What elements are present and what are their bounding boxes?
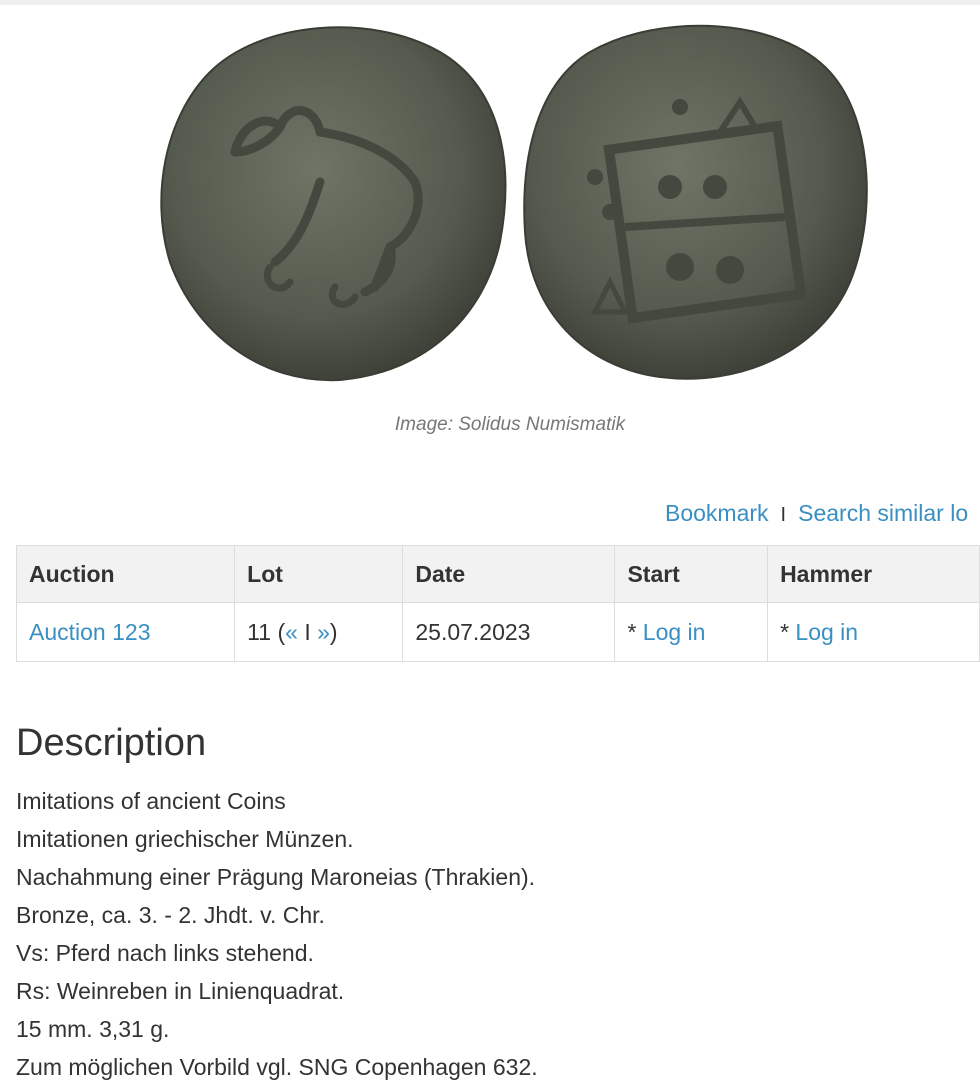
description-line: 15 mm. 3,31 g.: [16, 1016, 170, 1042]
cell-hammer: * Log in: [767, 602, 980, 662]
previous-lot-link[interactable]: «: [285, 619, 298, 645]
description-line: Bronze, ca. 3. - 2. Jhdt. v. Chr.: [16, 902, 325, 928]
description-line: Imitations of ancient Coins: [16, 788, 286, 814]
bookmark-link[interactable]: Bookmark: [665, 500, 769, 526]
hammer-prefix: *: [780, 618, 796, 645]
description-line: Nachahmung einer Prägung Maroneias (Thra…: [16, 864, 536, 890]
description-heading: Description: [16, 722, 207, 764]
lot-nav-separator: I: [304, 618, 311, 645]
hammer-login-link[interactable]: Log in: [795, 619, 858, 645]
lot-number: 11: [247, 618, 272, 645]
cell-start: * Log in: [614, 602, 769, 662]
table-row: Auction 123 11 (« I ») 25.07.2023 * Log …: [15, 602, 980, 662]
header-date: Date: [402, 545, 616, 603]
actions-separator: I: [780, 504, 787, 526]
coin-svg: [160, 24, 868, 382]
start-prefix: *: [627, 618, 643, 645]
table-header-row: Auction Lot Date Start Hammer: [15, 545, 980, 603]
header-hammer: Hammer: [767, 545, 980, 603]
header-auction: Auction: [15, 545, 236, 603]
lot-paren-open: (: [277, 618, 286, 645]
next-lot-link[interactable]: »: [317, 619, 330, 645]
cell-lot: 11 (« I »): [234, 602, 404, 662]
cell-date: 25.07.2023: [402, 602, 616, 662]
search-similar-link[interactable]: Search similar lo: [798, 500, 968, 526]
image-caption: Image: Solidus Numismatik: [394, 414, 626, 435]
start-login-link[interactable]: Log in: [643, 619, 706, 645]
coin-image[interactable]: [140, 12, 880, 392]
lot-paren-close: ): [329, 618, 338, 645]
description-line: Rs: Weinreben in Linienquadrat.: [16, 978, 345, 1004]
description-body: Imitations of ancient Coins Imitationen …: [16, 782, 538, 1086]
header-lot: Lot: [234, 545, 404, 603]
description-line: Vs: Pferd nach links stehend.: [16, 940, 314, 966]
top-strip: [0, 0, 980, 5]
coin-obverse: [160, 26, 507, 382]
cell-auction: Auction 123: [15, 602, 236, 662]
auction-link[interactable]: Auction 123: [29, 619, 150, 645]
description-line: Imitationen griechischer Münzen.: [16, 826, 354, 852]
description-line: Zum möglichen Vorbild vgl. SNG Copenhage…: [16, 1054, 538, 1080]
lot-table: Auction Lot Date Start Hammer Auction 12…: [15, 545, 980, 662]
coin-reverse: [523, 24, 868, 380]
lot-actions: Bookmark I Search similar lo: [665, 500, 968, 527]
header-start: Start: [614, 545, 769, 603]
